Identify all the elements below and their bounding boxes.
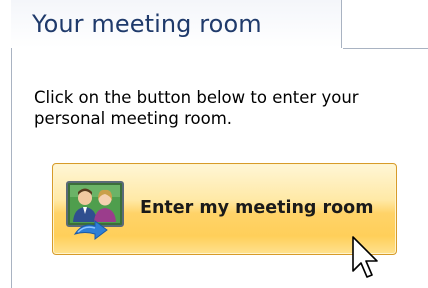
meeting-room-panel: Your meeting room Click on the button be… [0, 0, 428, 288]
meeting-room-icon [61, 178, 127, 244]
tab-title: Your meeting room [32, 10, 262, 38]
panel-border-left [11, 48, 12, 288]
tab-your-meeting-room[interactable]: Your meeting room [11, 0, 342, 48]
mouse-pointer-icon [350, 235, 380, 283]
enter-meeting-room-button[interactable]: Enter my meeting room [52, 163, 397, 255]
enter-button-label: Enter my meeting room [140, 198, 374, 218]
instructions-text: Click on the button below to enter your … [34, 88, 359, 128]
panel-border-top [343, 48, 428, 49]
